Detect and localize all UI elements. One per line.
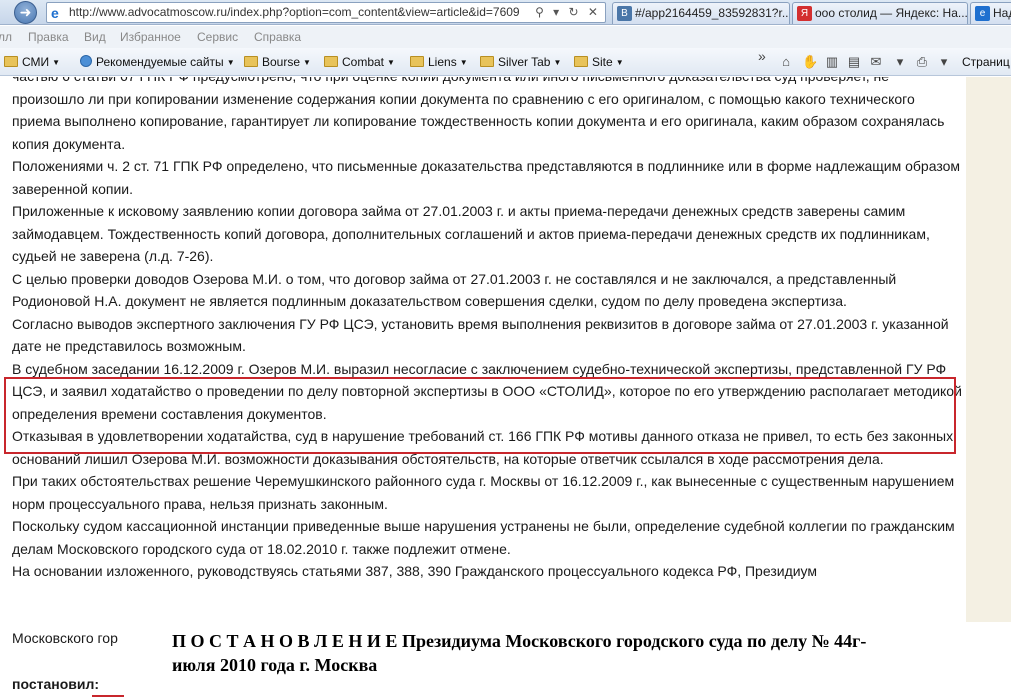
article-paragraph: Отказывая в удовлетворении ходатайства, … [12,428,954,467]
folder-icon [574,56,588,67]
ie-icon: e [51,5,59,21]
fav-folder-combat[interactable]: Combat ▼ [324,48,395,76]
menu-file[interactable]: лл [0,26,12,48]
book-icon[interactable]: ▥ [824,55,840,69]
fav-folder-bourse[interactable]: Bourse ▼ [244,48,311,76]
feeds-icon[interactable]: ▤ [846,55,862,69]
menu-view[interactable]: Вид [84,26,106,48]
chevron-down-icon: ▼ [615,58,624,67]
article-paragraph: Согласно выводов экспертного заключения … [12,315,949,355]
article-paragraph-highlighted: В судебном заседании 16.12.2009 г. Озеро… [12,360,962,422]
fav-label: Liens [428,55,457,69]
chevron-down-icon: ▼ [553,58,562,67]
article-paragraph: На основании изложенного, руководствуясь… [12,563,818,579]
fav-folder-site[interactable]: Site ▼ [574,48,624,76]
hand-icon[interactable]: ✋ [802,55,818,69]
globe-icon [80,55,92,67]
highlight-mark [92,695,124,697]
fav-recommended[interactable]: Рекомендуемые сайты ▼ [80,48,235,76]
url-text: http://www.advocatmoscow.ru/index.php?op… [69,5,520,19]
tab-yandex[interactable]: Я ооо столид — Яндекс: На... [792,2,968,24]
chevron-down-icon: ▼ [226,58,235,67]
menu-edit[interactable]: Правка [28,26,69,48]
article-paragraph: С целью проверки доводов Озерова М.И. о … [12,270,897,310]
tab-current[interactable]: e Над [970,2,1011,24]
article-body: частью 6 статьи 67 ГПК РФ предусмотрено,… [12,77,962,583]
folder-icon [480,56,494,67]
tab-label: #/app2164459_83592831?r... [635,6,790,20]
fav-label: Combat [342,55,385,69]
arrow-right-icon: ➜ [14,1,37,24]
print-icon[interactable]: ⎙ [914,55,930,69]
page-menu[interactable]: Страниц [962,48,1010,76]
favorites-bar: СМИ ▼ Рекомендуемые сайты ▼ Bourse ▼ Combat… [0,48,1011,76]
tab-label: ооо столид — Яндекс: На... [815,6,968,20]
overlay-title-line: П О С Т А Н О В Л Е Н И Е Президиума Мос… [172,631,867,651]
fav-folder-smi[interactable]: СМИ ▼ [4,48,60,76]
mail-icon[interactable]: ✉ [868,55,884,69]
overlay-title-line: июля 2010 года г. Москва [172,655,378,675]
yandex-icon: Я [797,6,812,21]
chevron-down-icon: ▼ [303,58,311,67]
chevron-down-icon: ▼ [387,58,395,67]
folder-icon [4,56,18,67]
folder-icon [410,56,424,67]
page-content: частью 6 статьи 67 ГПК РФ предусмотрено,… [0,77,1011,699]
fav-label: СМИ [22,55,50,69]
more-chevron-icon[interactable]: » [758,42,766,70]
menu-bar: лл Правка Вид Избранное Сервис Справка [0,26,1011,48]
fav-label: Silver Tab [498,55,551,69]
fav-label: Bourse [262,55,301,69]
chevron-down-icon: ▼ [459,58,468,67]
print-dropdown-icon[interactable]: ▾ [936,55,952,69]
menu-help[interactable]: Справка [254,26,301,48]
menu-favorites[interactable]: Избранное [120,26,181,48]
address-bar-area: ➜ e http://www.advocatmoscow.ru/index.ph… [0,0,1011,25]
article-paragraph: Положениями ч. 2 ст. 71 ГПК РФ определен… [12,158,961,197]
article-paragraph: Поскольку судом кассационной инстанции п… [12,518,955,557]
tools-dropdown-icon[interactable]: ▾ [892,55,908,69]
fav-label: Рекомендуемые сайты [96,55,224,69]
ie-icon: e [975,6,990,21]
page-side-strip [966,77,1011,622]
url-input[interactable]: e http://www.advocatmoscow.ru/index.php?… [46,2,606,23]
article-paragraph: частью 6 статьи 67 ГПК РФ предусмотрено,… [12,77,945,152]
resolved-heading: постановил: [12,676,100,692]
fav-label: Site [592,55,613,69]
fav-folder-liens[interactable]: Liens ▼ [410,48,468,76]
chevron-down-icon: ▼ [52,58,61,67]
fav-folder-silver-tab[interactable]: Silver Tab ▼ [480,48,561,76]
home-icon[interactable]: ⌂ [778,55,794,69]
tab-vk[interactable]: B #/app2164459_83592831?r... [612,2,790,24]
truncated-text: Московского гор [12,630,118,646]
vk-icon: B [617,6,632,21]
tab-label: Над [993,6,1011,20]
folder-icon [244,56,258,67]
forward-button[interactable]: ➜ [0,0,46,25]
folder-icon [324,56,338,67]
article-paragraph: Приложенные к исковому заявлению копии д… [12,203,930,264]
article-paragraph: При таких обстоятельствах решение Черему… [12,473,955,512]
document-title-overlay: П О С Т А Н О В Л Е Н И Е Президиума Мос… [172,629,1011,677]
menu-tools[interactable]: Сервис [197,26,238,48]
url-tools-icons[interactable]: ⚲ ▾ ↻ ✕ [535,3,601,22]
